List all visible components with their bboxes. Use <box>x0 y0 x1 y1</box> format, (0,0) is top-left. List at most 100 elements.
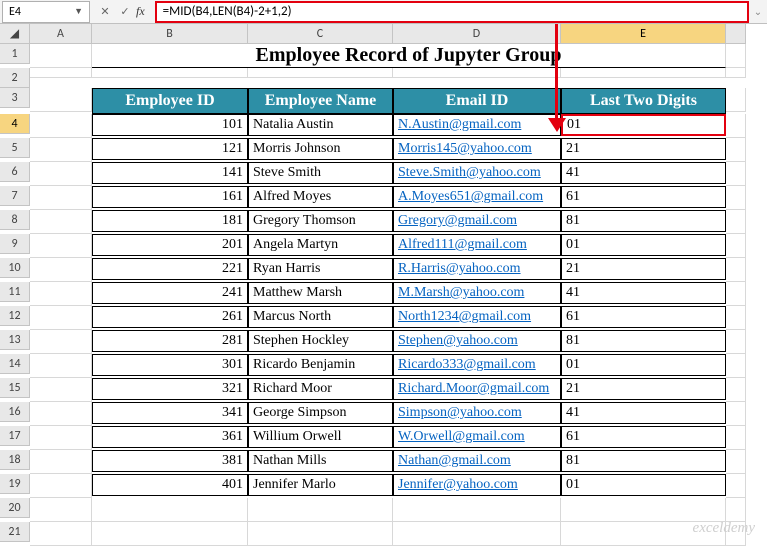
cell-A12[interactable] <box>30 306 92 330</box>
cell-last-15[interactable]: 21 <box>561 378 726 400</box>
row-header-5[interactable]: 5 <box>0 138 30 158</box>
cell-blank9[interactable] <box>726 234 746 258</box>
row-header-6[interactable]: 6 <box>0 162 30 182</box>
row-header-17[interactable]: 17 <box>0 426 30 446</box>
cell-A14[interactable] <box>30 354 92 378</box>
cell-id-14[interactable]: 301 <box>92 354 248 376</box>
cell-r2c2[interactable] <box>248 68 393 78</box>
cell-name-8[interactable]: Gregory Thomson <box>248 210 393 232</box>
cell-name-12[interactable]: Marcus North <box>248 306 393 328</box>
cell-A18[interactable] <box>30 450 92 474</box>
cell-id-7[interactable]: 161 <box>92 186 248 208</box>
cell-blank7[interactable] <box>726 186 746 210</box>
cell-A15[interactable] <box>30 378 92 402</box>
cell-email-13[interactable]: Stephen@yahoo.com <box>393 330 561 352</box>
row-header-10[interactable]: 10 <box>0 258 30 278</box>
cell-email-12[interactable]: North1234@gmail.com <box>393 306 561 328</box>
cell-last-4[interactable]: 01 <box>561 114 726 136</box>
cell-email-8[interactable]: Gregory@gmail.com <box>393 210 561 232</box>
row-header-19[interactable]: 19 <box>0 474 30 494</box>
name-box[interactable]: E4 ▼ <box>2 1 90 23</box>
cell-email-4[interactable]: N.Austin@gmail.com <box>393 114 561 136</box>
row-header-14[interactable]: 14 <box>0 354 30 374</box>
cell-id-10[interactable]: 221 <box>92 258 248 280</box>
cell-A6[interactable] <box>30 162 92 186</box>
cell-id-16[interactable]: 341 <box>92 402 248 424</box>
cell-last-18[interactable]: 81 <box>561 450 726 472</box>
cell-blank12[interactable] <box>726 306 746 330</box>
cell-id-19[interactable]: 401 <box>92 474 248 496</box>
cell-A19[interactable] <box>30 474 92 498</box>
cell-last-8[interactable]: 81 <box>561 210 726 232</box>
cell-email-19[interactable]: Jennifer@yahoo.com <box>393 474 561 496</box>
cell-A4[interactable] <box>30 114 92 138</box>
cell-name-16[interactable]: George Simpson <box>248 402 393 424</box>
cell-r2c3[interactable] <box>393 68 561 78</box>
cell-r21c0[interactable] <box>30 522 92 546</box>
cell-blank15[interactable] <box>726 378 746 402</box>
cell-r2c4[interactable] <box>561 68 726 78</box>
cell-id-17[interactable]: 361 <box>92 426 248 448</box>
cell-id-11[interactable]: 241 <box>92 282 248 304</box>
cell-r21c3[interactable] <box>393 522 561 546</box>
cell-email-9[interactable]: Alfred111@gmail.com <box>393 234 561 256</box>
row-header-20[interactable]: 20 <box>0 498 30 518</box>
cell-email-6[interactable]: Steve.Smith@yahoo.com <box>393 162 561 184</box>
cell-name-18[interactable]: Nathan Mills <box>248 450 393 472</box>
cell-last-7[interactable]: 61 <box>561 186 726 208</box>
cell-email-5[interactable]: Morris145@yahoo.com <box>393 138 561 160</box>
cell-name-7[interactable]: Alfred Moyes <box>248 186 393 208</box>
cell-r20c2[interactable] <box>248 498 393 522</box>
cell-A11[interactable] <box>30 282 92 306</box>
cell-last-5[interactable]: 21 <box>561 138 726 160</box>
cell-email-14[interactable]: Ricardo333@gmail.com <box>393 354 561 376</box>
cell-r20c0[interactable] <box>30 498 92 522</box>
cell-r2c0[interactable] <box>30 68 92 78</box>
cell-r20c4[interactable] <box>561 498 726 522</box>
cell-A13[interactable] <box>30 330 92 354</box>
cell-name-10[interactable]: Ryan Harris <box>248 258 393 280</box>
cell-id-9[interactable]: 201 <box>92 234 248 256</box>
cell-email-17[interactable]: W.Orwell@gmail.com <box>393 426 561 448</box>
cell-r20c5[interactable] <box>726 498 746 522</box>
row-header-3[interactable]: 3 <box>0 88 30 108</box>
cell-last-17[interactable]: 61 <box>561 426 726 448</box>
cell-email-15[interactable]: Richard.Moor@gmail.com <box>393 378 561 400</box>
cell-A16[interactable] <box>30 402 92 426</box>
cell-last-6[interactable]: 41 <box>561 162 726 184</box>
cell-id-8[interactable]: 181 <box>92 210 248 232</box>
cell-id-15[interactable]: 321 <box>92 378 248 400</box>
cell-email-11[interactable]: M.Marsh@yahoo.com <box>393 282 561 304</box>
cell-id-12[interactable]: 261 <box>92 306 248 328</box>
cell-A10[interactable] <box>30 258 92 282</box>
cell-name-19[interactable]: Jennifer Marlo <box>248 474 393 496</box>
title-cell[interactable]: Employee Record of Jupyter Group <box>92 44 726 68</box>
cell-blank13[interactable] <box>726 330 746 354</box>
cell-id-13[interactable]: 281 <box>92 330 248 352</box>
cell-name-13[interactable]: Stephen Hockley <box>248 330 393 352</box>
col-header-blank[interactable] <box>726 24 746 44</box>
row-header-13[interactable]: 13 <box>0 330 30 350</box>
col-header-E[interactable]: E <box>561 24 726 44</box>
col-header-D[interactable]: D <box>393 24 561 44</box>
row-header-16[interactable]: 16 <box>0 402 30 422</box>
col-header-C[interactable]: C <box>248 24 393 44</box>
cell-blank4[interactable] <box>726 114 746 138</box>
cell-blank3[interactable] <box>726 88 746 112</box>
cell-name-9[interactable]: Angela Martyn <box>248 234 393 256</box>
col-header-B[interactable]: B <box>92 24 248 44</box>
cell-email-7[interactable]: A.Moyes651@gmail.com <box>393 186 561 208</box>
formula-input[interactable]: =MID(B4,LEN(B4)-2+1,2) <box>155 1 749 23</box>
cell-id-18[interactable]: 381 <box>92 450 248 472</box>
cell-last-11[interactable]: 41 <box>561 282 726 304</box>
row-header-7[interactable]: 7 <box>0 186 30 206</box>
row-header-9[interactable]: 9 <box>0 234 30 254</box>
cell-name-6[interactable]: Steve Smith <box>248 162 393 184</box>
cell-last-16[interactable]: 41 <box>561 402 726 424</box>
cell-last-10[interactable]: 21 <box>561 258 726 280</box>
cell-name-11[interactable]: Matthew Marsh <box>248 282 393 304</box>
cell-id-4[interactable]: 101 <box>92 114 248 136</box>
col-header-A[interactable]: A <box>30 24 92 44</box>
row-header-21[interactable]: 21 <box>0 522 30 542</box>
cell-blank1[interactable] <box>726 44 746 68</box>
